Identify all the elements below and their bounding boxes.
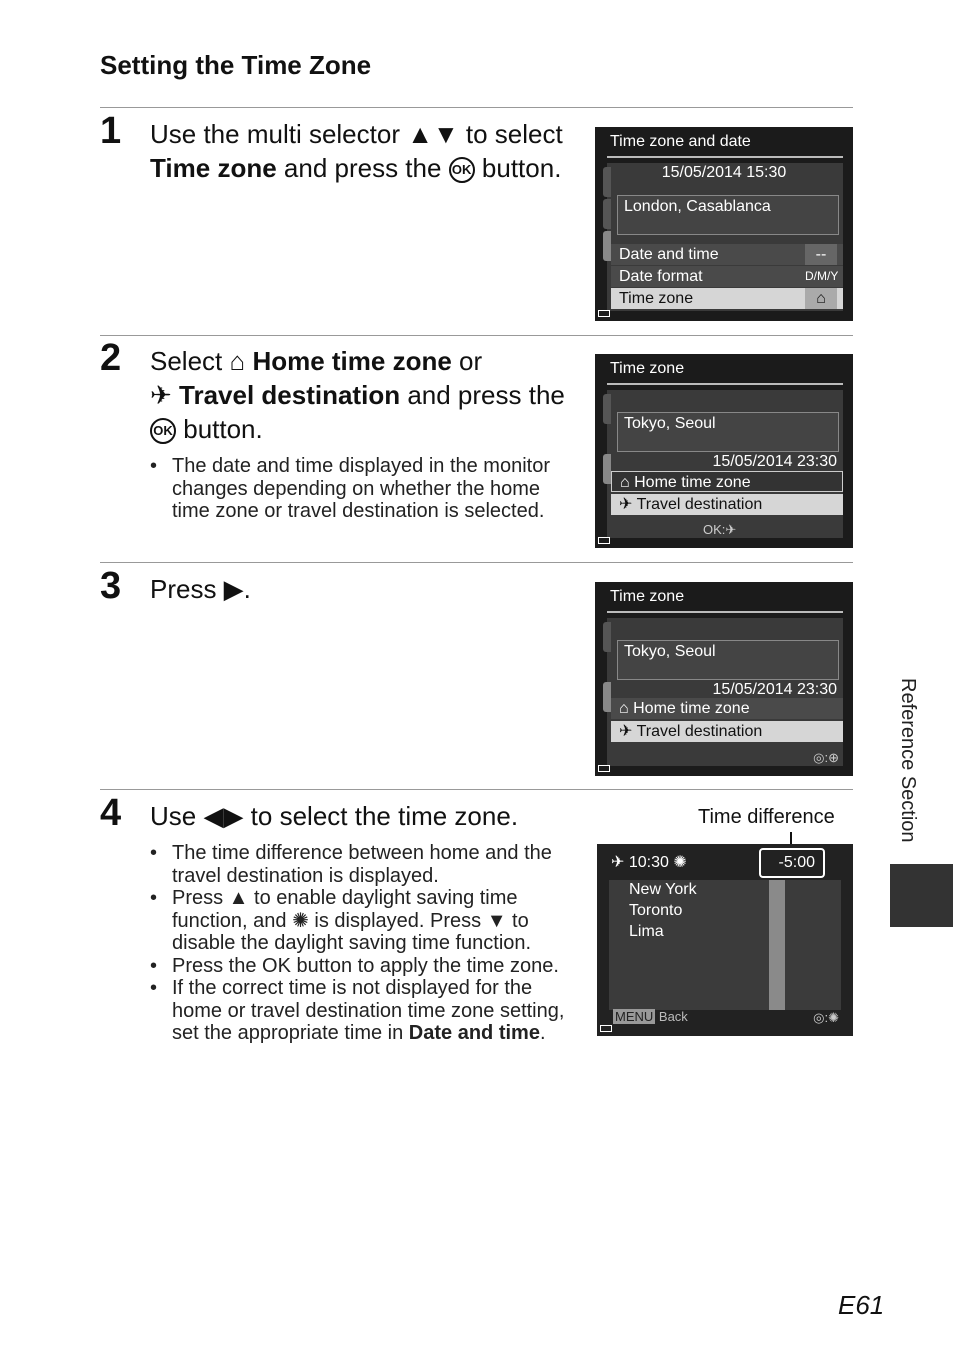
bullet: Press ▲ to enable daylight saving time f… — [150, 887, 570, 955]
plane-icon: ✈ — [150, 380, 180, 410]
camera-screen-time-zone-and-date: Time zone and date 15/05/2014 15:30 Lond… — [595, 127, 853, 321]
step-1-text: Use the multi selector ▲▼ to select Time… — [150, 119, 563, 184]
step-number: 3 — [100, 565, 122, 607]
step-number: 1 — [100, 110, 122, 152]
camera-screen-world-map: ✈ 10:30 ✺ -5:00 New York Toronto Lima MENU… — [597, 844, 853, 1036]
divider — [100, 789, 853, 790]
camera-screen-time-zone: Time zone Tokyo, Seoul 15/05/2014 23:30 … — [595, 354, 853, 548]
bullet: The date and time displayed in the monit… — [150, 455, 570, 523]
divider — [100, 335, 853, 336]
divider — [100, 562, 853, 563]
battery-icon — [598, 765, 610, 772]
page-number: E61 — [838, 1290, 885, 1320]
battery-icon — [600, 1025, 612, 1032]
time-zone-row: Time zone ⌂ — [611, 288, 843, 309]
time-difference-callout: Time difference — [698, 806, 835, 828]
side-tab-label: Reference Section — [897, 678, 919, 843]
step-number: 2 — [100, 337, 122, 379]
page-title: Setting the Time Zone — [100, 50, 372, 80]
home-icon: ⌂ — [229, 346, 253, 376]
bullet: The time difference between home and the… — [150, 842, 570, 887]
step-3-text: Press ▶. — [150, 574, 251, 604]
bullet: Press the OK button to apply the time zo… — [150, 955, 570, 978]
step-number: 4 — [100, 792, 122, 834]
ok-button-icon: OK — [448, 157, 475, 184]
battery-icon — [598, 310, 610, 317]
camera-screen-time-zone: Time zone Tokyo, Seoul 15/05/2014 23:30 … — [595, 582, 853, 776]
step-4-text: Use ◀▶ to select the time zone. — [150, 801, 519, 831]
battery-icon — [598, 537, 610, 544]
ok-button-icon: OK — [150, 418, 176, 445]
bullet: If the correct time is not displayed for… — [150, 977, 570, 1045]
divider — [100, 107, 853, 108]
home-icon: ⌂ — [805, 288, 837, 309]
side-tab — [890, 864, 953, 927]
step-2-text: Select ⌂ Home time zone or ✈ Travel dest… — [150, 346, 565, 445]
